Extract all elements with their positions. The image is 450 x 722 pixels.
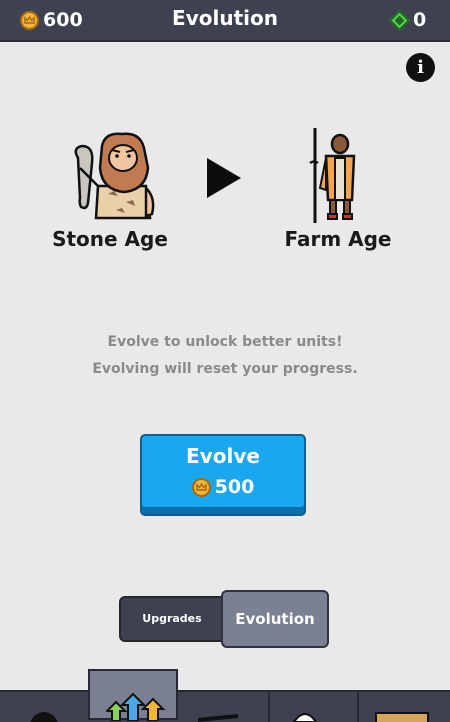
evolve-cost-value: 500 — [214, 476, 255, 498]
caveman-icon — [74, 132, 155, 220]
evolve-button-label: Evolve — [186, 444, 260, 468]
evolve-button[interactable]: Evolve 500 — [140, 434, 306, 516]
gem-count: 0 — [413, 9, 427, 31]
upgrade-arrows-icon — [106, 693, 166, 721]
page-title: Evolution — [172, 6, 278, 30]
current-age-card: Stone Age — [40, 128, 180, 251]
evolve-arrow-icon — [207, 158, 241, 198]
gem-counter: 0 — [388, 7, 427, 33]
sword-icon[interactable] — [196, 710, 240, 722]
next-age-label: Farm Age — [284, 227, 392, 251]
nav-item-upgrades[interactable] — [88, 669, 178, 721]
farmer-icon — [309, 128, 356, 223]
description-line-1: Evolve to unlock better units! — [107, 334, 343, 350]
next-age-card: Farm Age — [268, 128, 408, 251]
bottom-nav — [0, 690, 450, 722]
description-line-2: Evolving will reset your progress. — [92, 361, 358, 377]
account-icon[interactable] — [28, 710, 60, 722]
evolve-cost: 500 — [142, 476, 304, 498]
current-age-label: Stone Age — [52, 227, 168, 251]
green-gem-icon — [388, 9, 411, 31]
tab-evolution[interactable]: Evolution — [221, 590, 329, 648]
tab-switcher: Upgrades Evolution — [119, 590, 331, 650]
crown-coin-icon — [191, 477, 211, 497]
chest-icon[interactable] — [375, 712, 429, 722]
info-icon[interactable]: i — [406, 53, 435, 82]
tab-upgrades[interactable]: Upgrades — [119, 596, 225, 642]
top-bar: 600 Evolution 0 — [0, 0, 450, 42]
